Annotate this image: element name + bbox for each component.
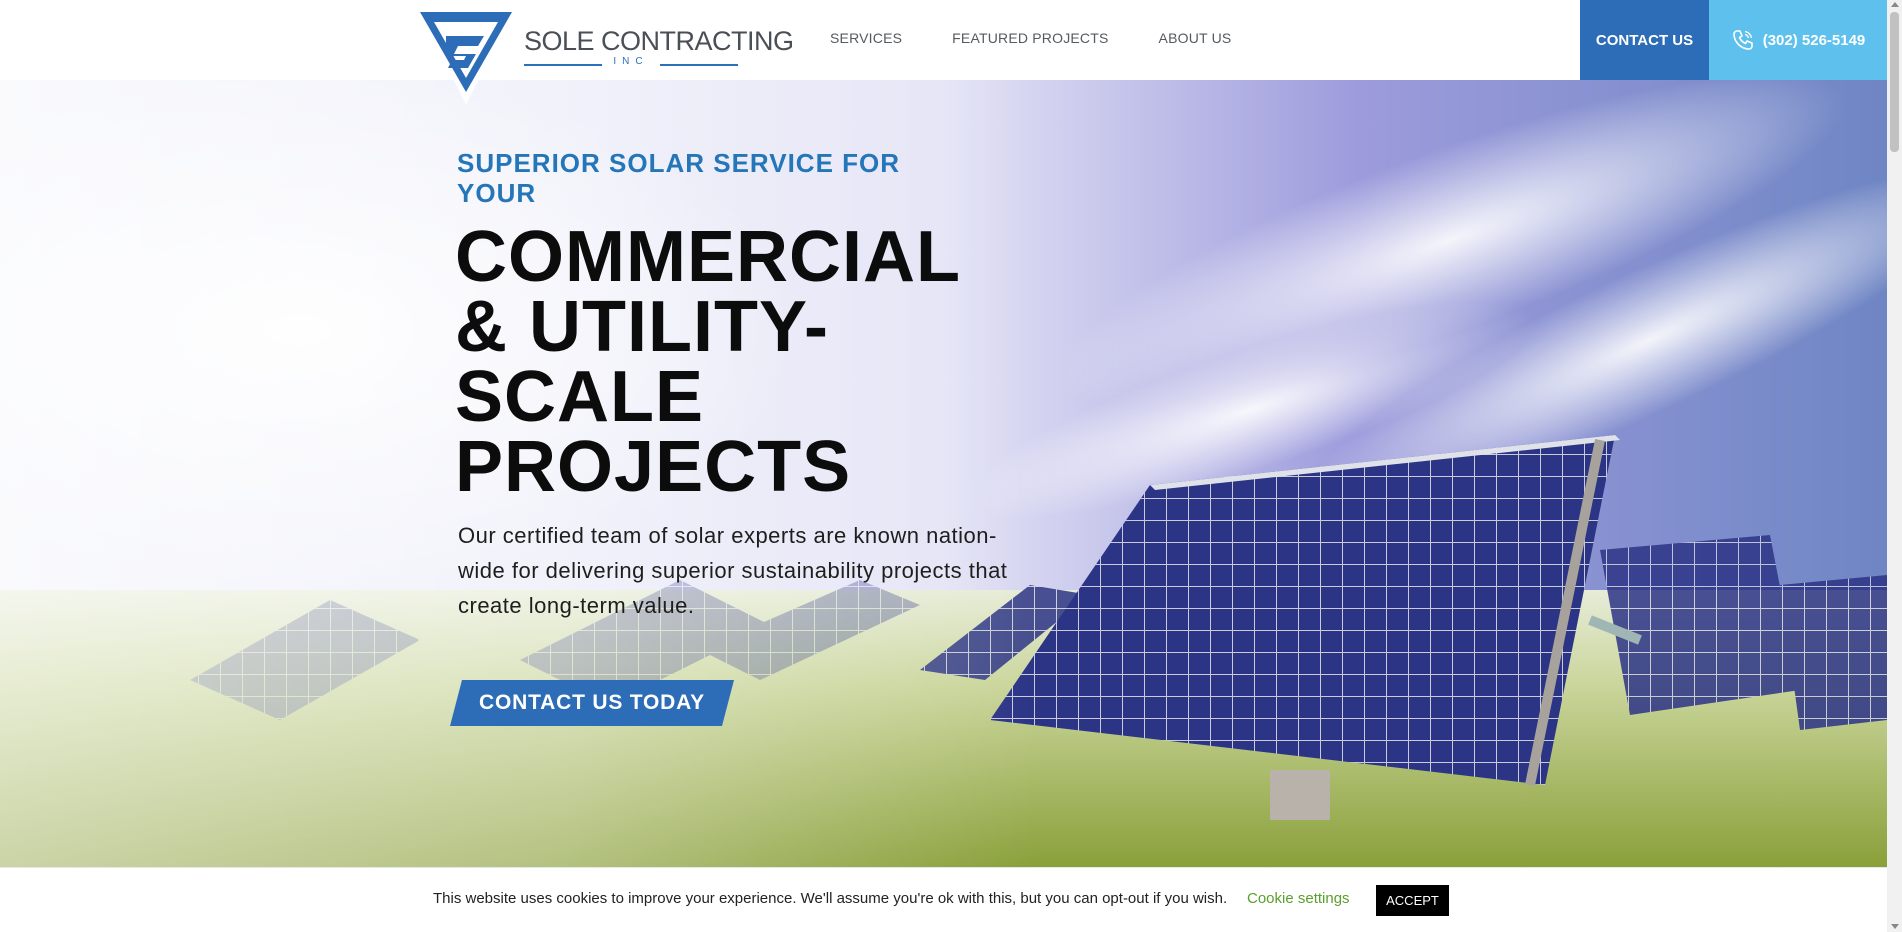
cookie-message: This website uses cookies to improve you… (433, 890, 1228, 907)
cookie-banner: This website uses cookies to improve you… (0, 867, 1887, 932)
scroll-up-arrow-icon[interactable] (1891, 2, 1899, 7)
hero-section: SUPERIOR SOLAR SERVICE FOR YOUR COMMERCI… (0, 80, 1887, 867)
hero-eyebrow: SUPERIOR SOLAR SERVICE FOR YOUR (457, 148, 901, 208)
main-nav: SERVICES FEATURED PROJECTS ABOUT US (830, 30, 1231, 46)
triangle-logo-icon (420, 12, 512, 105)
logo-sub-row: INC (524, 56, 738, 70)
page-scrollbar[interactable] (1887, 0, 1902, 932)
phone-button[interactable]: (302) 526-5149 (1709, 0, 1887, 80)
site-logo[interactable]: SOLE CONTRACTING INC (418, 10, 794, 110)
scroll-down-arrow-icon[interactable] (1891, 924, 1899, 929)
accept-cookies-button[interactable]: ACCEPT (1376, 885, 1449, 916)
contact-us-today-button[interactable]: CONTACT US TODAY (450, 680, 734, 726)
phone-number: (302) 526-5149 (1762, 31, 1866, 49)
cookie-settings-link[interactable]: Cookie settings (1247, 890, 1350, 907)
logo-name: SOLE CONTRACTING (524, 26, 794, 56)
nav-item-services[interactable]: SERVICES (830, 30, 902, 46)
cta-label: CONTACT US TODAY (479, 691, 705, 714)
scroll-thumb[interactable] (1890, 12, 1899, 152)
contact-us-button[interactable]: CONTACT US (1580, 0, 1709, 80)
hero-headline: COMMERCIAL & UTILITY-SCALE PROJECTS (455, 217, 960, 507)
page: SUPERIOR SOLAR SERVICE FOR YOUR COMMERCI… (0, 0, 1887, 932)
nav-item-about-us[interactable]: ABOUT US (1159, 30, 1232, 46)
site-header: SOLE CONTRACTING INC SERVICES FEATURED P… (0, 0, 1887, 105)
logo-sub: INC (613, 56, 649, 67)
hero-subtext: Our certified team of solar experts are … (458, 523, 1008, 618)
nav-item-featured-projects[interactable]: FEATURED PROJECTS (952, 30, 1108, 46)
phone-icon (1732, 30, 1753, 50)
